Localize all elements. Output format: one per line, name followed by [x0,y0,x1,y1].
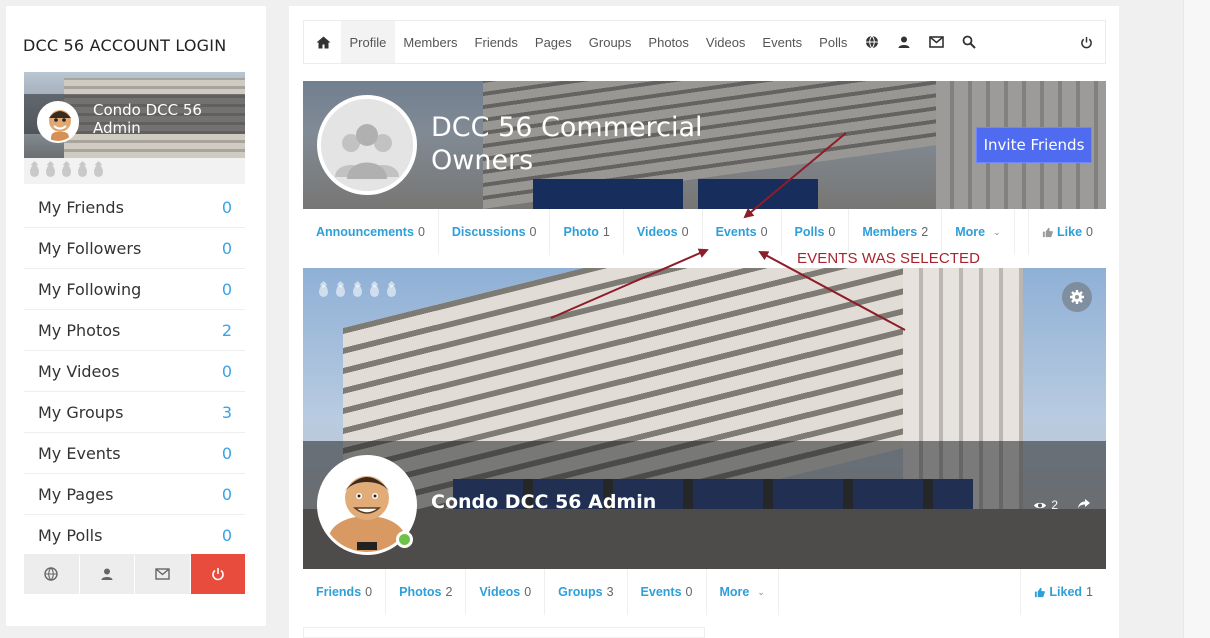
annotation-label: EVENTS WAS SELECTED [797,250,981,267]
annotation-arrow [743,132,847,219]
annotation-arrows [550,132,906,331]
annotation-arrow [550,248,709,319]
